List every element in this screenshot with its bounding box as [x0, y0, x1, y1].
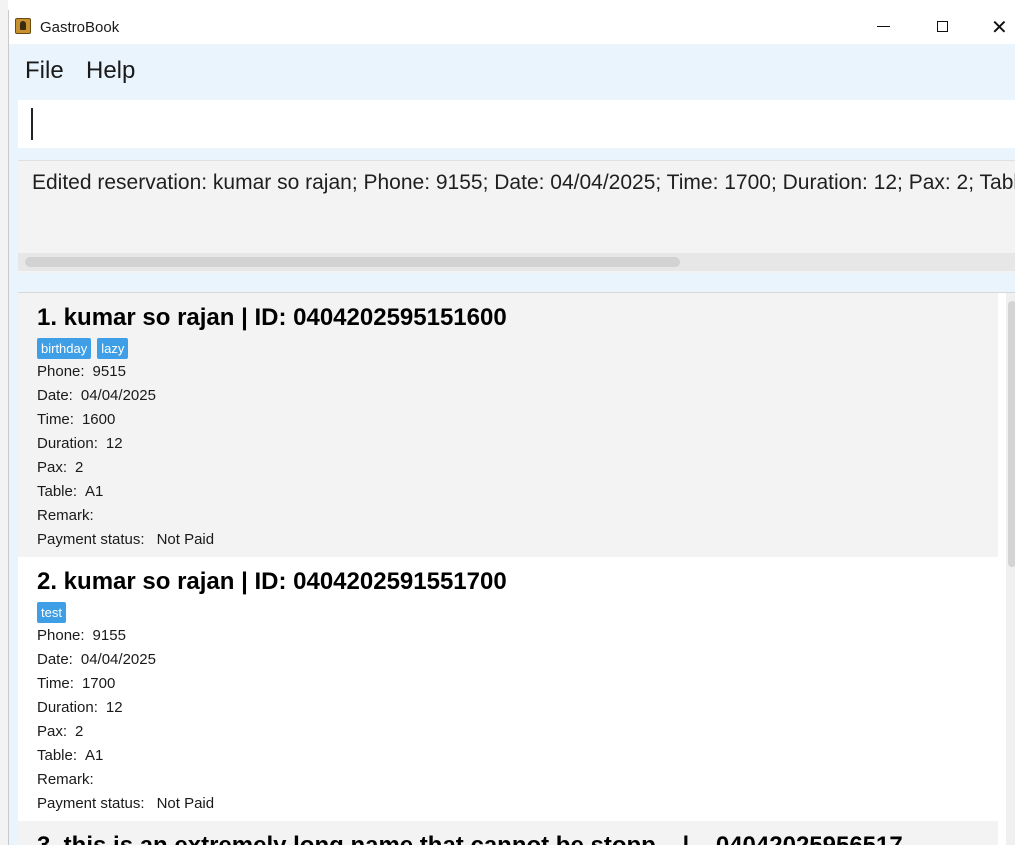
time-label: Time:	[37, 675, 74, 692]
menu-help[interactable]: Help	[86, 57, 135, 85]
table-label: Table:	[37, 747, 78, 764]
title-bar: GastroBook ✕	[9, 10, 1015, 44]
menu-bar: File Help	[9, 44, 1015, 98]
minimize-button[interactable]	[855, 10, 913, 44]
tag-list: test	[37, 602, 72, 624]
table-value: A1	[85, 483, 104, 500]
duration-label: Duration:	[37, 699, 98, 716]
table-field: Table: A1	[37, 483, 103, 500]
text-caret	[31, 108, 33, 140]
phone-value: 9155	[92, 627, 126, 644]
payment-field: Payment status: Not Paid	[37, 795, 214, 812]
payment-label: Payment status:	[37, 531, 145, 548]
payment-field: Payment status: Not Paid	[37, 531, 214, 548]
pax-label: Pax:	[37, 723, 68, 740]
date-value: 04/04/2025	[80, 387, 156, 404]
pax-value: 2	[75, 459, 84, 476]
table-field: Table: A1	[37, 747, 103, 764]
reservation-title: 1. kumar so rajan | ID: 0404202595151600	[37, 304, 507, 331]
reservation-title: 3. this is an extremely long name that c…	[37, 832, 923, 845]
phone-field: Phone: 9515	[37, 363, 126, 380]
pax-value: 2	[75, 723, 84, 740]
date-label: Date:	[37, 651, 73, 668]
reservation-card[interactable]: 3. this is an extremely long name that c…	[18, 821, 998, 845]
duration-field: Duration: 12	[37, 435, 123, 452]
pax-label: Pax:	[37, 459, 68, 476]
remark-label: Remark:	[37, 771, 94, 788]
time-field: Time: 1700	[37, 675, 115, 692]
vertical-scrollbar[interactable]	[1006, 293, 1015, 845]
reservation-card[interactable]: 2. kumar so rajan | ID: 0404202591551700…	[18, 557, 998, 821]
table-label: Table:	[37, 483, 78, 500]
date-label: Date:	[37, 387, 73, 404]
minimize-icon	[877, 26, 890, 27]
time-label: Time:	[37, 411, 74, 428]
date-field: Date: 04/04/2025	[37, 387, 156, 404]
payment-value: Not Paid	[156, 531, 215, 548]
command-box	[18, 100, 1015, 150]
close-icon: ✕	[991, 15, 1008, 39]
horizontal-scroll-thumb[interactable]	[25, 257, 680, 267]
maximize-button[interactable]	[913, 10, 971, 44]
window-title: GastroBook	[40, 19, 120, 36]
payment-label: Payment status:	[37, 795, 145, 812]
tag-list: birthday lazy	[37, 338, 134, 360]
time-field: Time: 1600	[37, 411, 115, 428]
result-text: Edited reservation: kumar so rajan; Phon…	[32, 171, 1015, 194]
date-field: Date: 04/04/2025	[37, 651, 156, 668]
remark-field: Remark:	[37, 771, 102, 788]
tag-badge: lazy	[97, 338, 129, 359]
phone-value: 9515	[92, 363, 126, 380]
pax-field: Pax: 2	[37, 459, 83, 476]
remark-label: Remark:	[37, 507, 94, 524]
menu-file[interactable]: File	[25, 57, 64, 85]
duration-value: 12	[105, 435, 123, 452]
result-display: Edited reservation: kumar so rajan; Phon…	[18, 160, 1015, 273]
close-button[interactable]: ✕	[971, 10, 1015, 44]
remark-field: Remark:	[37, 507, 102, 524]
date-value: 04/04/2025	[80, 651, 156, 668]
duration-field: Duration: 12	[37, 699, 123, 716]
app-icon	[15, 18, 31, 34]
phone-label: Phone:	[37, 627, 85, 644]
time-value: 1700	[81, 675, 116, 692]
duration-value: 12	[105, 699, 123, 716]
reservation-title: 2. kumar so rajan | ID: 0404202591551700	[37, 568, 507, 595]
payment-value: Not Paid	[156, 795, 215, 812]
table-value: A1	[85, 747, 104, 764]
vertical-scroll-thumb[interactable]	[1008, 301, 1015, 567]
background-window-edge	[0, 0, 8, 845]
tag-badge: test	[37, 602, 66, 623]
horizontal-scrollbar[interactable]	[18, 253, 1015, 271]
time-value: 1600	[81, 411, 116, 428]
reservation-card[interactable]: 1. kumar so rajan | ID: 0404202595151600…	[18, 293, 998, 557]
command-input[interactable]	[18, 100, 1015, 150]
reservation-list: 1. kumar so rajan | ID: 0404202595151600…	[18, 292, 1015, 845]
pax-field: Pax: 2	[37, 723, 83, 740]
maximize-icon	[937, 21, 948, 32]
tag-badge: birthday	[37, 338, 92, 359]
phone-field: Phone: 9155	[37, 627, 126, 644]
phone-label: Phone:	[37, 363, 85, 380]
app-window: GastroBook ✕ File Help Edited reservatio…	[8, 10, 1015, 845]
duration-label: Duration:	[37, 435, 98, 452]
